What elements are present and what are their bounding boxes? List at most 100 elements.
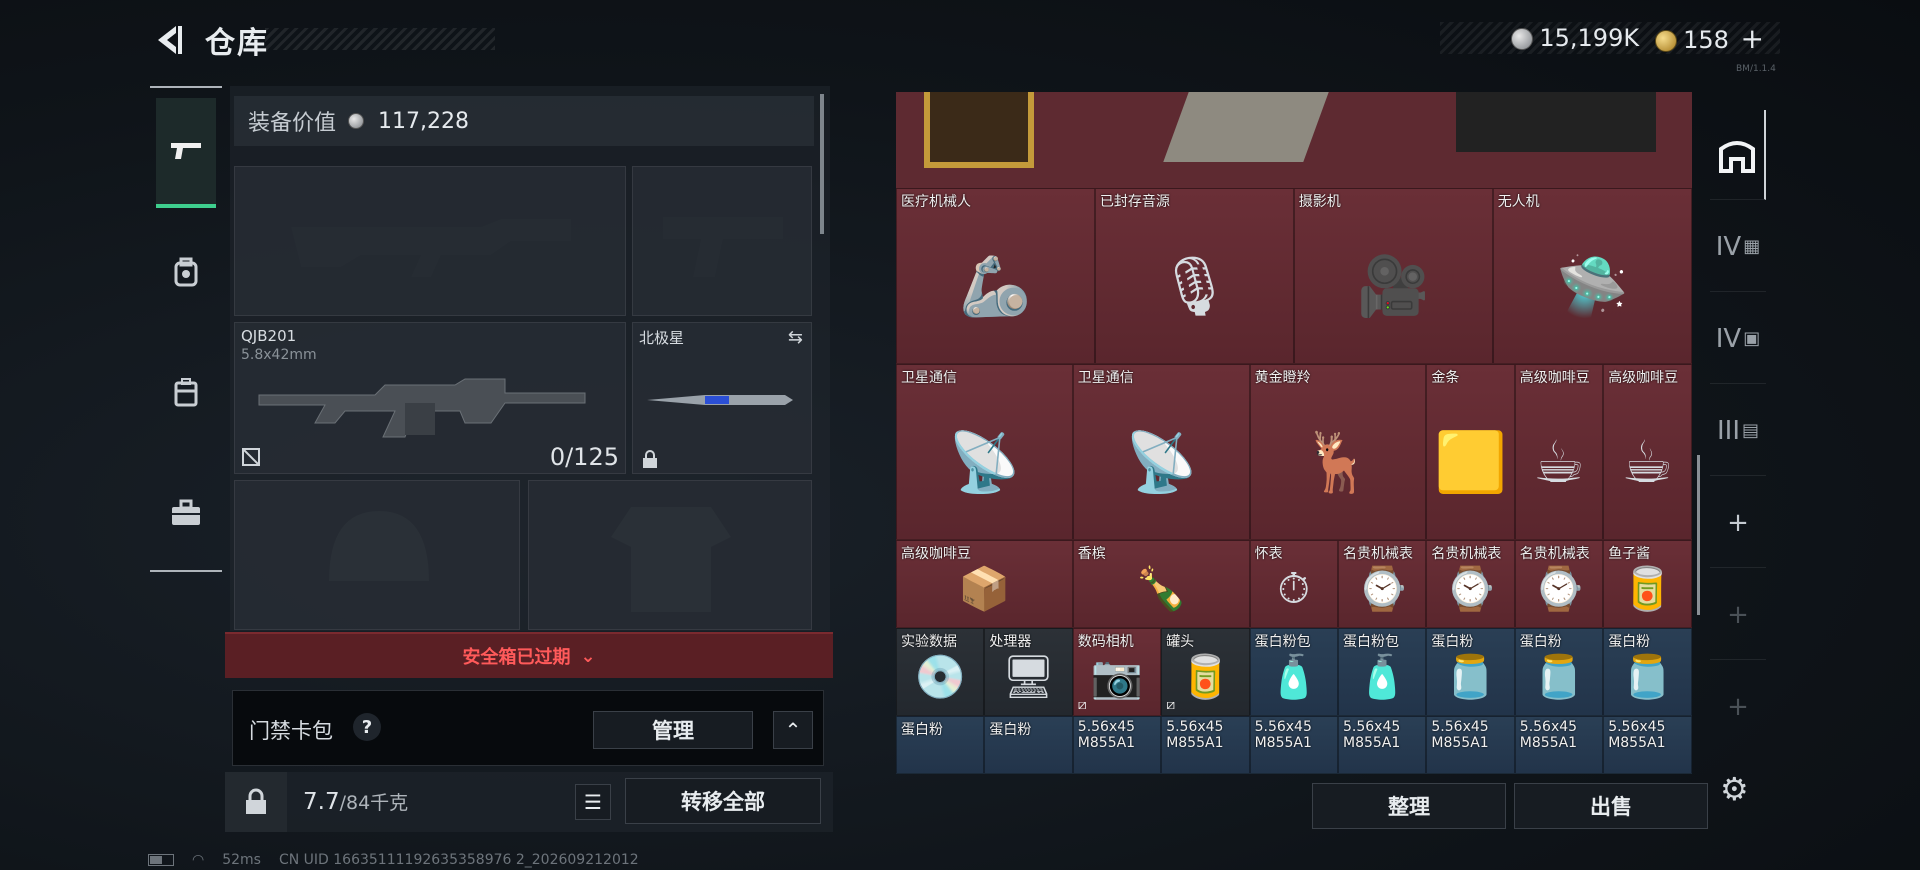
inventory-item[interactable]: 卫星通信 📡 <box>896 364 1073 540</box>
inventory-item[interactable]: 蛋白粉 <box>984 716 1073 774</box>
inventory-item[interactable]: 蛋白粉包 🧴 <box>1249 628 1338 716</box>
lock-icon <box>643 450 657 468</box>
help-button[interactable]: ? <box>353 713 381 741</box>
inventory-item[interactable]: 名贵机械表 ⌚ <box>1338 540 1427 628</box>
painting-item[interactable] <box>924 92 1034 168</box>
inventory-item[interactable]: 已封存音源 🎙 <box>1094 188 1294 364</box>
item-image: 🦌 <box>1301 428 1375 497</box>
item-image: 🟨 <box>1434 428 1507 497</box>
add-currency-button[interactable]: + <box>1741 22 1764 55</box>
primary-weapon-slot-empty[interactable] <box>234 166 626 316</box>
transfer-all-button[interactable]: 转移全部 <box>625 778 821 824</box>
swap-icon[interactable]: ⇆ <box>788 327 803 348</box>
ping: 52ms <box>222 852 261 868</box>
item-label: 5.56x45 <box>1519 719 1578 735</box>
item-label: 已封存音源 <box>1099 194 1170 210</box>
warehouse-icon <box>1719 140 1755 173</box>
inventory-item[interactable]: 高级咖啡豆 📦 <box>896 540 1073 628</box>
inventory-item[interactable]: 处理器 🖥 <box>984 628 1073 716</box>
container-tab-4b[interactable]: IV ▣ <box>1710 294 1766 384</box>
equipment-scrollbar[interactable] <box>820 94 824 234</box>
inventory-item[interactable]: 5.56x45 M855A1 <box>1338 716 1427 774</box>
category-vest-tab[interactable] <box>156 338 216 448</box>
inventory-item[interactable]: 高级咖啡豆 ☕ <box>1603 364 1692 540</box>
item-label: 蛋白粉 <box>1431 634 1474 650</box>
gold-currency[interactable]: 158 + <box>1655 22 1764 55</box>
item-image: 📡 <box>948 428 1021 497</box>
list-icon[interactable]: ☰ <box>575 784 611 820</box>
warehouse-tab[interactable] <box>1710 110 1766 200</box>
item-image: 🫙 <box>1444 652 1497 702</box>
inventory-item[interactable]: 实验数据 💿 <box>896 628 985 716</box>
item-image: 🧴 <box>1356 652 1409 702</box>
item-label: 高级咖啡豆 <box>1608 370 1679 386</box>
back-arrow-icon[interactable] <box>150 22 186 58</box>
item-image: ⏱ <box>1277 564 1311 614</box>
item-image: 🥫 <box>1621 564 1674 614</box>
inventory-item[interactable]: 5.56x45 M855A1 <box>1426 716 1515 774</box>
inventory-item[interactable]: 蛋白粉 🫙 <box>1514 628 1604 716</box>
inventory-item[interactable]: 蛋白粉包 🧴 <box>1338 628 1427 716</box>
armor-slot-empty[interactable] <box>528 480 812 630</box>
helmet-slot-empty[interactable] <box>234 480 520 630</box>
armor-silhouette-icon <box>611 507 731 612</box>
item-image: 🛸 <box>1556 252 1629 321</box>
inventory-item[interactable]: 名贵机械表 ⌚ <box>1426 540 1515 628</box>
item-label: 蛋白粉 <box>989 722 1032 738</box>
inventory-item[interactable]: 卫星通信 📡 <box>1072 364 1250 540</box>
item-label: 无人机 <box>1497 194 1540 210</box>
add-container-button-3[interactable]: + <box>1710 662 1766 752</box>
inventory-scrollbar[interactable] <box>1697 455 1700 615</box>
item-image: 📷 <box>1090 652 1144 702</box>
inventory-item[interactable]: 高级咖啡豆 ☕ <box>1514 364 1604 540</box>
inventory-item[interactable]: 怀表 ⏱ <box>1249 540 1338 628</box>
inventory-item[interactable]: 5.56x45 M855A1 <box>1603 716 1692 774</box>
item-label: 怀表 <box>1254 546 1283 562</box>
inventory-item[interactable]: 蛋白粉 🫙 <box>1603 628 1692 716</box>
silver-coin-icon <box>348 113 365 129</box>
inventory-item[interactable]: 鱼子酱 🥫 <box>1603 540 1692 628</box>
item-label: 名贵机械表 <box>1343 546 1413 562</box>
inventory-item[interactable]: 黄金瞪羚 🦌 <box>1249 364 1427 540</box>
inventory-item[interactable]: 数码相机 📷 ⧄ <box>1072 628 1162 716</box>
inventory-item[interactable]: 5.56x45 M855A1 <box>1161 716 1250 774</box>
primary-weapon-slot[interactable]: QJB201 5.8x42mm 0/125 <box>234 322 626 474</box>
inventory-item[interactable]: 蛋白粉 <box>896 716 985 774</box>
inventory-item[interactable]: 医疗机械人 🦾 <box>896 188 1095 364</box>
pistol-slot-empty[interactable] <box>632 166 812 316</box>
inventory-item[interactable]: 5.56x45 M855A1 <box>1072 716 1162 774</box>
inventory-item[interactable]: 金条 🟨 <box>1426 364 1515 540</box>
category-case-tab[interactable] <box>156 458 216 568</box>
inventory-item[interactable]: 罐头 🥫 ⧄ <box>1161 628 1250 716</box>
safe-box-expired-bar[interactable]: 安全箱已过期 ⌄ <box>225 632 833 678</box>
add-container-button[interactable]: + <box>1710 478 1766 568</box>
gear-icon[interactable]: ⚙ <box>1720 770 1756 808</box>
item-image: 🥫 <box>1179 652 1232 702</box>
inventory-item[interactable]: 香槟 🍾 <box>1072 540 1250 628</box>
inventory-item[interactable]: 蛋白粉 🫙 <box>1426 628 1515 716</box>
broken-icon: ⧄ <box>1166 697 1176 713</box>
expand-button[interactable]: ⌃ <box>773 711 813 749</box>
container-tab-4a[interactable]: IV ▦ <box>1710 202 1766 292</box>
container-tab-3[interactable]: III ▤ <box>1710 386 1766 476</box>
item-image: ☕ <box>1621 428 1674 497</box>
manage-button[interactable]: 管理 <box>593 711 753 749</box>
sort-button[interactable]: 整理 <box>1312 783 1506 829</box>
category-helmet-tab[interactable] <box>156 218 216 328</box>
inventory-item[interactable]: 5.56x45 M855A1 <box>1249 716 1338 774</box>
item-image: 🫙 <box>1621 652 1674 702</box>
page-title: 仓库 <box>205 26 269 61</box>
add-container-button-2[interactable]: + <box>1710 570 1766 660</box>
category-weapon-tab[interactable] <box>156 98 216 208</box>
item-sublabel: M855A1 <box>1519 735 1578 751</box>
inventory-item[interactable]: 名贵机械表 ⌚ <box>1514 540 1604 628</box>
lock-icon[interactable] <box>225 772 287 832</box>
sell-button[interactable]: 出售 <box>1514 783 1708 829</box>
inventory-item[interactable]: 无人机 🛸 <box>1492 188 1692 364</box>
inventory-item[interactable]: 5.56x45 M855A1 <box>1514 716 1604 774</box>
audio-device-item[interactable] <box>1163 92 1329 162</box>
mat-item[interactable] <box>1456 92 1656 152</box>
inventory-item[interactable]: 摄影机 🎥 <box>1293 188 1493 364</box>
backpack-icon <box>174 257 198 287</box>
melee-slot[interactable]: 北极星 ⇆ <box>632 322 812 474</box>
